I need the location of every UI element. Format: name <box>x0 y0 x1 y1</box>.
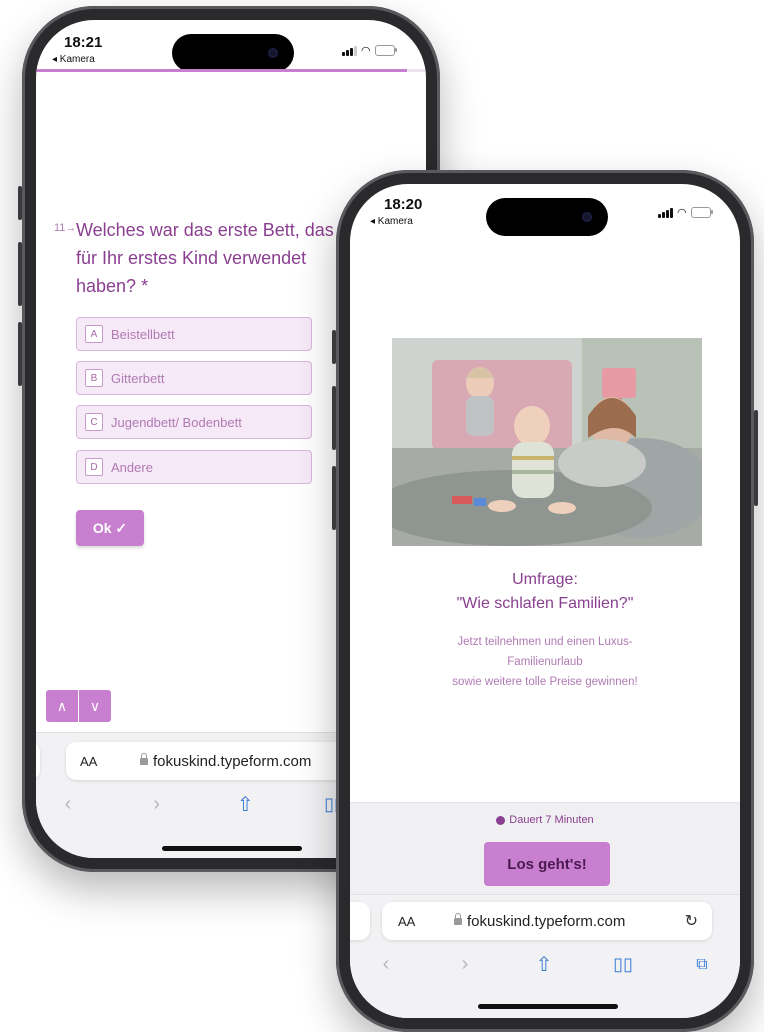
reload-icon[interactable]: ↻ <box>685 911 698 931</box>
reader-aa-button[interactable]: AA <box>80 754 140 769</box>
chevron-down-icon[interactable]: ∨ <box>79 690 111 722</box>
choice-key: B <box>85 369 103 387</box>
share-icon[interactable]: ⇧ <box>532 952 556 977</box>
progress-track <box>36 69 426 72</box>
back-arrow-icon[interactable]: ‹ <box>56 793 80 816</box>
description-line1: Jetzt teilnehmen und einen Luxus- <box>457 636 633 648</box>
choice-label: Jugendbett/ Bodenbett <box>111 414 242 430</box>
tabs-icon[interactable]: ⧉ <box>690 956 714 974</box>
duration-row: Dauert 7 Minuten <box>350 814 740 826</box>
question-text: Welches war das erste Bett, das Sie für … <box>76 220 365 296</box>
back-to-camera-link[interactable]: ◂ Kamera <box>52 54 95 65</box>
ok-button[interactable]: Ok ✓ <box>76 510 144 546</box>
back-to-camera-link[interactable]: ◂ Kamera <box>370 216 413 227</box>
reader-aa-button[interactable]: AA <box>398 914 454 929</box>
choice-label: Andere <box>111 459 153 475</box>
family-photo <box>392 338 702 546</box>
forward-arrow-icon[interactable]: › <box>145 793 169 816</box>
front-phone: 18:20 ◂ Kamera ◠ Umfrage: "Wie schlafen … <box>332 170 758 1032</box>
choice-b[interactable]: B Gitterbett <box>76 361 312 395</box>
battery-icon <box>374 45 397 56</box>
choice-label: Beistellbett <box>111 326 175 342</box>
back-arrow-icon[interactable]: ‹ <box>374 953 398 976</box>
camera-icon <box>268 48 278 58</box>
choice-a[interactable]: A Beistellbett <box>76 317 312 351</box>
signal-icon <box>658 207 673 218</box>
choice-c[interactable]: C Jugendbett/ Bodenbett <box>76 405 312 439</box>
nav-arrows: ∧ ∨ <box>46 690 111 722</box>
survey-title-line1: Umfrage: <box>512 571 578 588</box>
url-text: fokuskind.typeform.com <box>153 752 312 770</box>
forward-arrow-icon[interactable]: › <box>453 953 477 976</box>
battery-icon <box>690 207 713 218</box>
duration-text: Dauert 7 Minuten <box>509 814 594 826</box>
lock-icon <box>140 752 148 765</box>
url-text: fokuskind.typeform.com <box>467 912 626 930</box>
choice-label: Gitterbett <box>111 370 165 386</box>
wifi-icon: ◠ <box>361 45 371 57</box>
camera-icon <box>582 212 592 222</box>
lock-icon <box>454 912 462 925</box>
address-bar-main[interactable]: AA fokuskind.typeform.com <box>66 742 366 780</box>
clock-icon <box>496 815 506 825</box>
description-line2: Familienurlaub <box>507 656 583 668</box>
question-number: 11→ <box>54 222 77 234</box>
status-icons: ◠ <box>658 206 713 219</box>
address-bar-main[interactable]: AA fokuskind.typeform.com ↻ <box>382 902 712 940</box>
survey-title-line2: "Wie schlafen Familien?" <box>456 595 634 612</box>
status-time: 18:20 <box>384 196 423 213</box>
bookmarks-icon[interactable]: ▯▯ <box>611 954 635 975</box>
signal-icon <box>342 45 357 56</box>
choice-key: D <box>85 458 103 476</box>
wifi-icon: ◠ <box>677 207 687 219</box>
share-icon[interactable]: ⇧ <box>233 792 257 817</box>
survey-description: Jetzt teilnehmen und einen Luxus- Famili… <box>350 632 740 692</box>
survey-title: Umfrage: "Wie schlafen Familien?" <box>350 568 740 616</box>
address-bar-prev[interactable] <box>350 902 370 940</box>
choice-d[interactable]: D Andere <box>76 450 312 484</box>
chevron-up-icon[interactable]: ∧ <box>46 690 78 722</box>
home-indicator <box>478 1004 618 1009</box>
status-time: 18:21 <box>64 34 103 51</box>
description-line3: sowie weitere tolle Preise gewinnen! <box>452 676 638 688</box>
progress-fill <box>36 69 407 72</box>
front-phone-screen: 18:20 ◂ Kamera ◠ Umfrage: "Wie schlafen … <box>350 184 740 1018</box>
dynamic-island <box>172 34 294 72</box>
dynamic-island <box>486 198 608 236</box>
safari-toolbar: ‹ › ⇧ ▯▯ <box>56 792 346 817</box>
home-indicator <box>162 846 302 851</box>
choice-key: C <box>85 413 103 431</box>
choice-key: A <box>85 325 103 343</box>
status-icons: ◠ <box>342 44 397 57</box>
safari-toolbar: ‹ › ⇧ ▯▯ ⧉ <box>374 952 714 977</box>
start-button[interactable]: Los geht's! <box>484 842 610 886</box>
